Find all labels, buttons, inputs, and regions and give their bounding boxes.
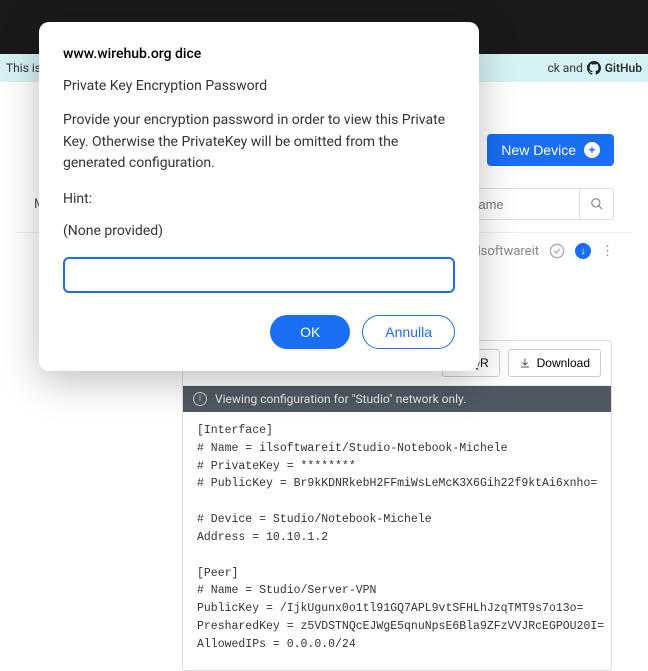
notice-right: ck and GitHub xyxy=(547,61,642,75)
notice-left: This is xyxy=(6,61,41,75)
dialog-hint-value: (None provided) xyxy=(63,223,455,239)
search-button[interactable] xyxy=(580,188,614,220)
dialog-text: Provide your encryption password in orde… xyxy=(63,110,455,175)
options-icon[interactable]: ⋮ xyxy=(601,244,614,259)
config-header-text: Viewing configuration for "Studio" netwo… xyxy=(215,392,466,406)
password-input[interactable] xyxy=(63,257,455,293)
info-icon: i xyxy=(193,392,207,406)
download-tab[interactable]: Download xyxy=(508,349,601,377)
cancel-button[interactable]: Annulla xyxy=(362,315,455,349)
new-device-button[interactable]: New Device + xyxy=(487,134,614,166)
dialog-hint-label: Hint: xyxy=(63,191,455,207)
config-panel: QR Download i Viewing configuration for … xyxy=(182,340,612,671)
check-circle-icon xyxy=(549,243,565,259)
device-user: ilsoftwareit xyxy=(474,244,539,259)
github-label: GitHub xyxy=(605,61,642,75)
search-icon xyxy=(590,197,604,211)
dialog-subtitle: Private Key Encryption Password xyxy=(63,78,455,94)
download-circle-icon[interactable]: ↓ xyxy=(575,243,591,259)
dialog-buttons: OK Annulla xyxy=(63,315,455,349)
ok-button[interactable]: OK xyxy=(270,315,350,349)
plus-icon: + xyxy=(584,142,600,158)
github-icon xyxy=(587,61,601,75)
config-header: i Viewing configuration for "Studio" net… xyxy=(183,386,611,412)
prompt-dialog: www.wirehub.org dice Private Key Encrypt… xyxy=(39,22,479,371)
download-label: Download xyxy=(537,356,590,370)
dialog-title: www.wirehub.org dice xyxy=(63,46,455,62)
config-body: [Interface] # Name = ilsoftwareit/Studio… xyxy=(183,412,611,670)
notice-right-prefix: ck and xyxy=(547,61,582,75)
new-device-label: New Device xyxy=(501,142,576,158)
download-icon xyxy=(519,357,531,369)
